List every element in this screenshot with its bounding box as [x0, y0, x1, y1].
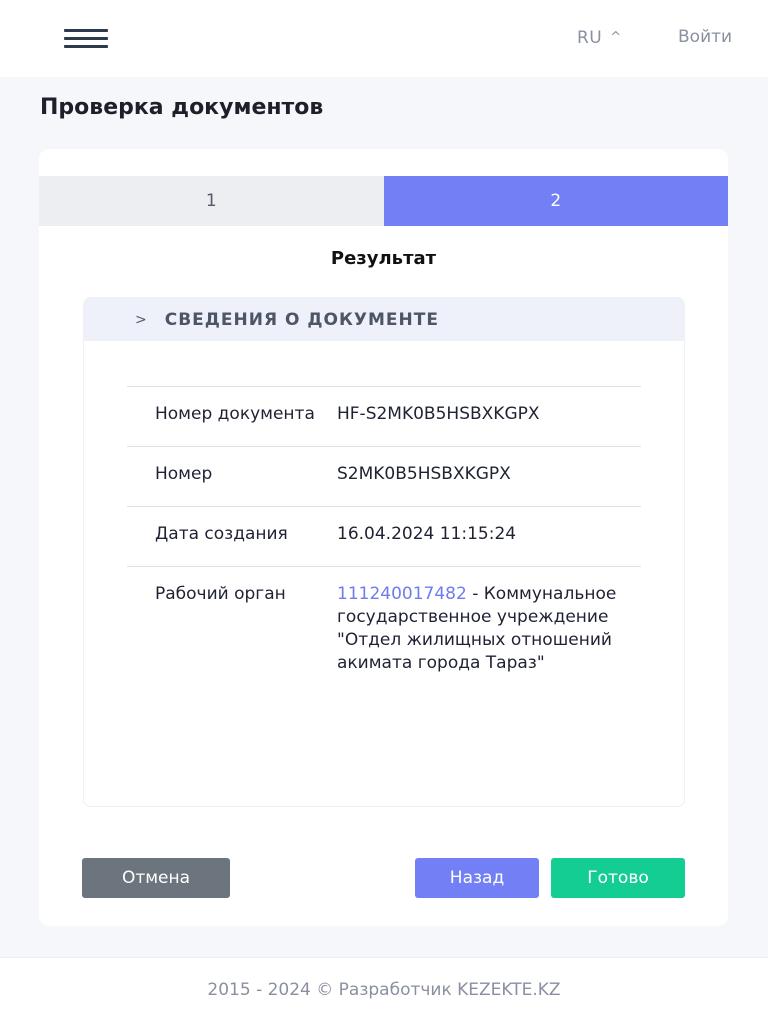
info-value: 16.04.2024 11:15:24	[337, 524, 517, 544]
done-button[interactable]: Готово	[551, 858, 685, 898]
login-link[interactable]: Войти	[678, 27, 732, 47]
document-check-card: 1 2 Результат > СВЕДЕНИЯ О ДОКУМЕНТЕ Ном…	[39, 149, 728, 926]
step-tabs: 1 2	[39, 176, 728, 226]
info-label: Номер документа	[155, 404, 315, 424]
info-row-working-body: Рабочий орган 111240017482 - Коммунально…	[127, 567, 641, 695]
result-heading: Результат	[330, 248, 437, 269]
organization-bin-link[interactable]: 111240017482	[337, 584, 467, 604]
panel-title: СВЕДЕНИЯ О ДОКУМЕНТЕ	[164, 309, 439, 330]
cancel-button[interactable]: Отмена	[82, 858, 230, 898]
info-label: Рабочий орган	[155, 584, 286, 604]
chevron-right-icon: >	[135, 311, 147, 328]
info-row-document-number: Номер документа HF-S2MK0B5HSBXKGPX	[127, 387, 641, 447]
menu-line	[64, 29, 108, 32]
menu-line	[64, 45, 108, 48]
back-button[interactable]: Назад	[415, 858, 539, 898]
document-info-panel-header[interactable]: > СВЕДЕНИЯ О ДОКУМЕНТЕ	[84, 298, 684, 341]
menu-line	[64, 37, 108, 40]
chevron-up-icon: ^	[610, 30, 622, 45]
step-tab-1[interactable]: 1	[39, 176, 384, 226]
info-value: HF-S2MK0B5HSBXKGPX	[337, 404, 540, 424]
top-header: RU ^ Войти	[0, 0, 768, 77]
info-value: 111240017482 - Коммунальное государствен…	[337, 583, 637, 675]
document-info-panel: > СВЕДЕНИЯ О ДОКУМЕНТЕ Номер документа H…	[83, 297, 685, 807]
footer-copyright: 2015 - 2024 © Разработчик KEZEKTE.KZ	[207, 980, 561, 1000]
info-label: Номер	[155, 464, 213, 484]
language-selector[interactable]: RU ^	[577, 28, 622, 48]
language-code: RU	[577, 28, 603, 48]
document-info-table: Номер документа HF-S2MK0B5HSBXKGPX Номер…	[127, 386, 641, 695]
hamburger-menu-icon[interactable]	[64, 29, 108, 49]
info-row-number: Номер S2MK0B5HSBXKGPX	[127, 447, 641, 507]
page-title: Проверка документов	[40, 95, 324, 120]
step-tab-2[interactable]: 2	[383, 176, 728, 226]
info-label: Дата создания	[155, 524, 288, 544]
info-row-created-date: Дата создания 16.04.2024 11:15:24	[127, 507, 641, 567]
info-value: S2MK0B5HSBXKGPX	[337, 464, 511, 484]
page-footer: 2015 - 2024 © Разработчик KEZEKTE.KZ	[0, 957, 768, 1025]
